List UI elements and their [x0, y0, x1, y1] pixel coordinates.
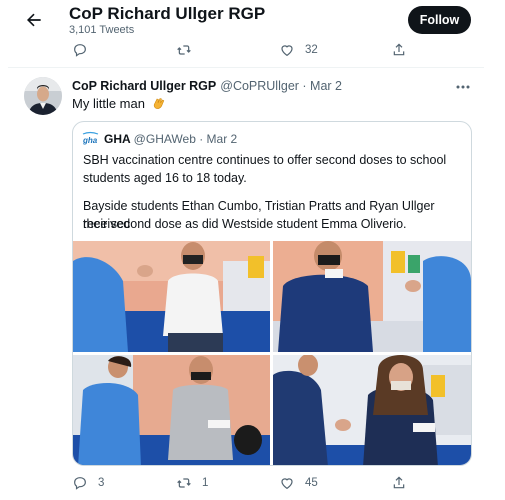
reply-icon: [74, 44, 86, 57]
avatar[interactable]: [24, 77, 62, 115]
retweet-icon: [177, 45, 191, 55]
reply-icon: [74, 477, 86, 490]
quoted-text-line: SBH vaccination centre continues to offe…: [83, 153, 447, 167]
share-action[interactable]: [391, 42, 407, 58]
quoted-text-line: their second dose as did Westside studen…: [83, 217, 407, 231]
tweet-count: 3,101 Tweets: [69, 24, 135, 36]
reply-count: 3: [98, 477, 105, 489]
tweet-text: My little man: [72, 96, 166, 111]
gha-logo: gha: [82, 131, 99, 145]
share-icon: [393, 476, 405, 489]
quoted-author-line: GHA @GHAWeb · Mar 2: [104, 132, 237, 146]
reply-action[interactable]: 3: [72, 475, 104, 491]
top-bar: CoP Richard Ullger RGP 3,101 Tweets Foll…: [0, 0, 505, 42]
quoted-handle-date: @GHAWeb · Mar 2: [133, 132, 238, 146]
quoted-text-line: students aged 16 to 18 today.: [83, 171, 247, 185]
more-options-icon[interactable]: [455, 80, 471, 92]
photo-vaccination-1[interactable]: [73, 241, 270, 352]
heart-icon: [281, 45, 293, 57]
share-icon: [393, 43, 405, 56]
svg-text:gha: gha: [82, 136, 98, 145]
author-name[interactable]: CoP Richard Ullger RGP: [72, 79, 216, 93]
tweet-author-line: CoP Richard Ullger RGP @CoPRUllger · Mar …: [72, 79, 342, 93]
like-count: 45: [305, 477, 318, 489]
profile-title: CoP Richard Ullger RGP: [69, 4, 266, 23]
photo-vaccination-2[interactable]: [273, 241, 471, 352]
retweet-action[interactable]: 1: [176, 475, 208, 491]
quoted-tweet[interactable]: gha GHA @GHAWeb · Mar 2 SBH vaccination c…: [72, 121, 472, 466]
retweet-action[interactable]: [176, 42, 202, 58]
follow-button[interactable]: Follow: [408, 6, 471, 34]
heart-icon: [281, 478, 293, 490]
retweet-count: 1: [202, 477, 209, 489]
photo-vaccination-4[interactable]: [273, 355, 471, 465]
photo-vaccination-3[interactable]: [73, 355, 270, 465]
tweet-body: My little man: [72, 96, 145, 111]
reply-action[interactable]: [72, 42, 98, 58]
photo-grid: [73, 241, 471, 465]
like-action[interactable]: 45: [279, 475, 318, 491]
author-handle-date: @CoPRUllger · Mar 2: [220, 79, 342, 93]
retweet-icon: [177, 478, 191, 488]
quoted-author-name[interactable]: GHA: [104, 132, 131, 146]
share-action[interactable]: [391, 475, 407, 491]
back-arrow-icon[interactable]: [24, 10, 44, 30]
divider: [8, 67, 484, 68]
like-action[interactable]: 32: [279, 42, 318, 58]
like-count: 32: [305, 44, 318, 56]
clapping-hands-icon: [152, 97, 166, 110]
